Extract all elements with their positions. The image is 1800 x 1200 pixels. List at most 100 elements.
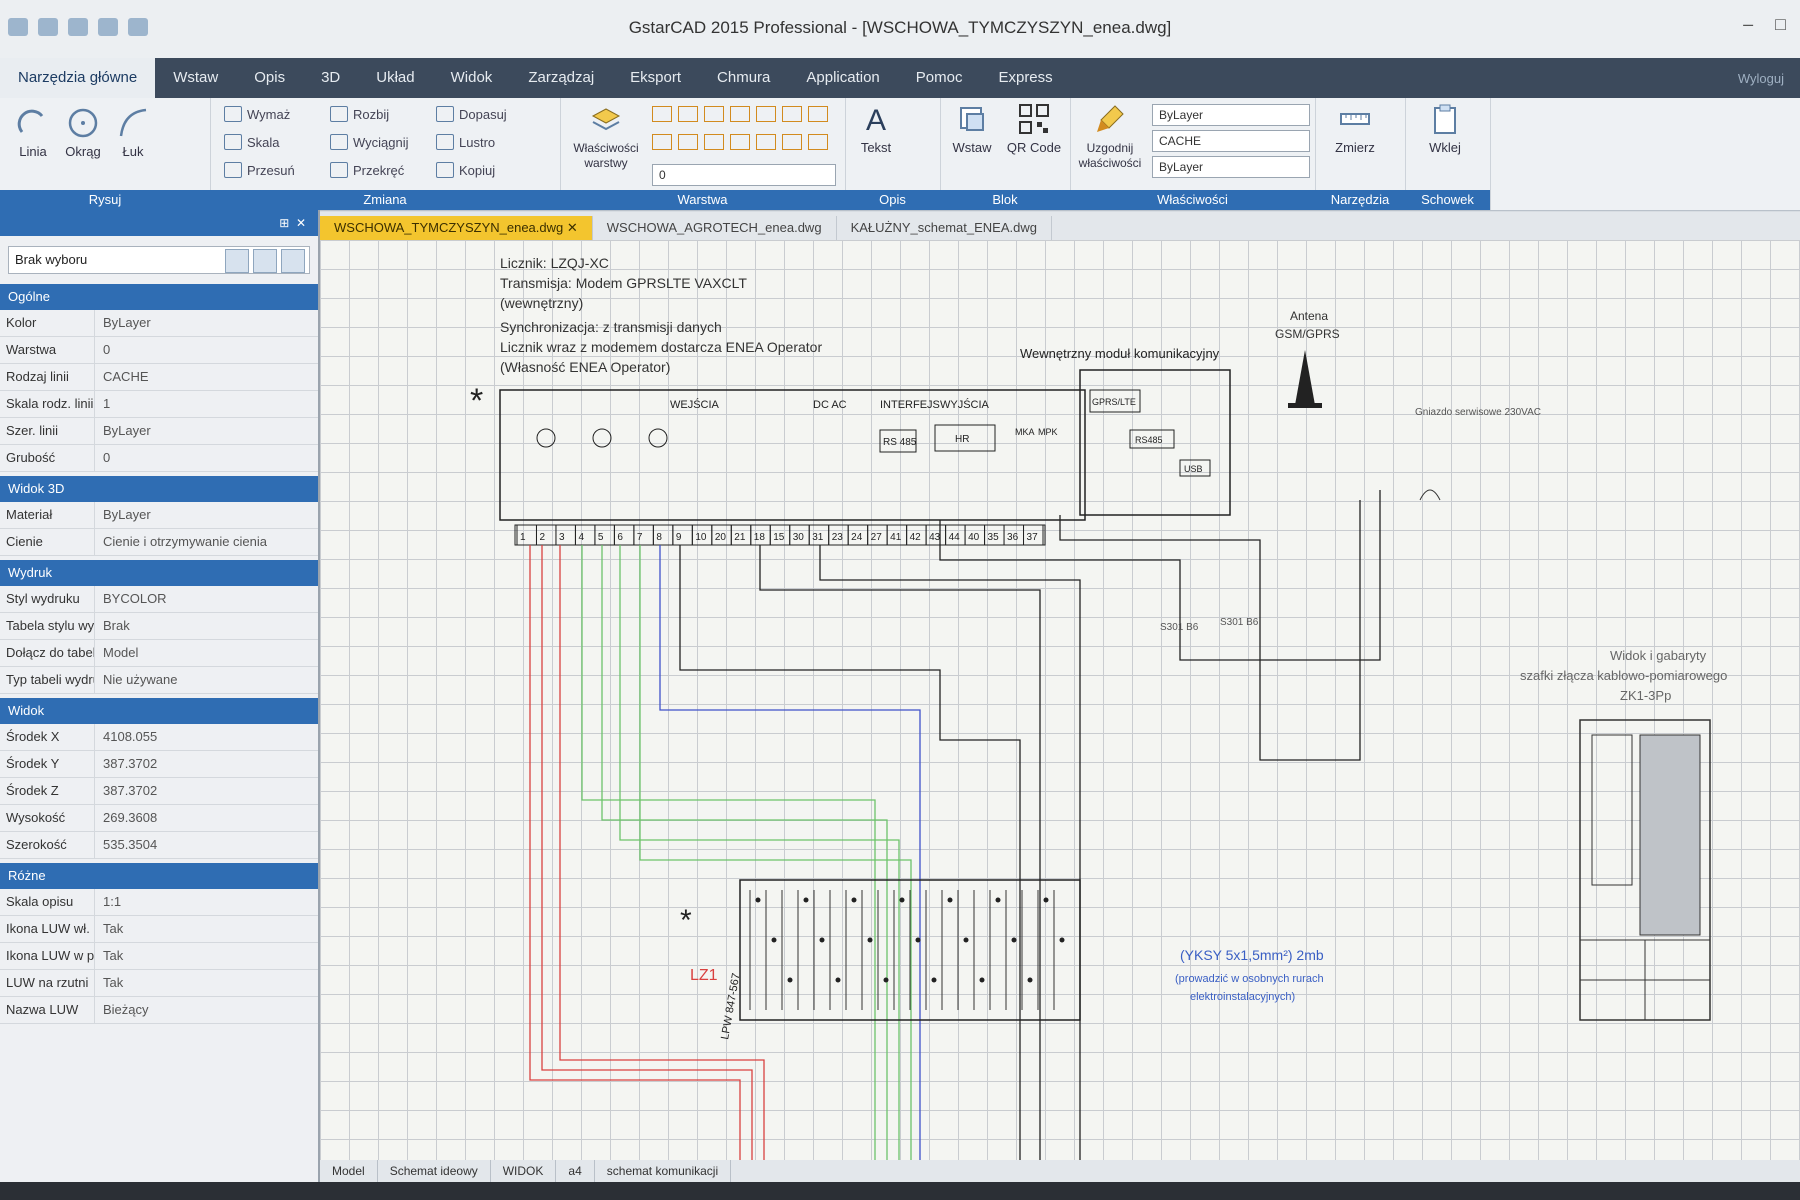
- property-value[interactable]: Bieżący: [95, 997, 318, 1023]
- property-row[interactable]: Środek X 4108.055: [0, 724, 318, 751]
- menu-tab[interactable]: Układ: [358, 58, 432, 98]
- property-value[interactable]: ByLayer: [95, 418, 318, 444]
- mirror-button[interactable]: Lustro: [436, 134, 495, 150]
- menu-tab[interactable]: Widok: [433, 58, 511, 98]
- property-value[interactable]: Model: [95, 640, 318, 666]
- line-button[interactable]: Linia: [8, 106, 58, 159]
- menu-tab[interactable]: Opis: [236, 58, 303, 98]
- color-dropdown[interactable]: ByLayer: [1152, 104, 1310, 126]
- property-row[interactable]: Szer. linii ByLayer: [0, 418, 318, 445]
- layout-tab[interactable]: Schemat ideowy: [378, 1160, 491, 1182]
- layer-dropdown[interactable]: 0: [652, 164, 836, 186]
- rotate-button[interactable]: Przekręć: [330, 162, 404, 178]
- layer-tool-icon[interactable]: [730, 134, 750, 150]
- property-value[interactable]: ByLayer: [95, 502, 318, 528]
- layer-tool-icon[interactable]: [678, 106, 698, 122]
- drawing-canvas[interactable]: Licznik: LZQJ-XC Transmisja: Modem GPRSL…: [320, 240, 1800, 1160]
- palette-section-header[interactable]: Różne: [0, 863, 318, 889]
- property-value[interactable]: Tak: [95, 916, 318, 942]
- menu-tab[interactable]: Narzędzia główne: [0, 58, 156, 98]
- property-row[interactable]: Skala opisu 1:1: [0, 889, 318, 916]
- layer-tool-icon[interactable]: [730, 106, 750, 122]
- layer-tool-icon[interactable]: [782, 134, 802, 150]
- menu-tab[interactable]: Eksport: [612, 58, 699, 98]
- property-value[interactable]: 387.3702: [95, 778, 318, 804]
- match-properties-button[interactable]: Uzgodnij właściwości: [1074, 102, 1146, 170]
- selection-dropdown[interactable]: Brak wyboru: [8, 246, 310, 274]
- arc-button[interactable]: Łuk: [108, 106, 158, 159]
- move-button[interactable]: Przesuń: [224, 162, 295, 178]
- layout-tab[interactable]: a4: [556, 1160, 595, 1182]
- menu-tab[interactable]: Zarządzaj: [510, 58, 612, 98]
- property-value[interactable]: ByLayer: [95, 310, 318, 336]
- property-value[interactable]: 0: [95, 445, 318, 471]
- quick-select-icon[interactable]: [281, 249, 305, 273]
- property-value[interactable]: 1: [95, 391, 318, 417]
- stretch-button[interactable]: Wyciągnij: [330, 134, 409, 150]
- layer-properties-button[interactable]: Właściwości warstwy: [568, 102, 644, 170]
- menu-tab[interactable]: 3D: [303, 58, 358, 98]
- layer-tool-icon[interactable]: [652, 134, 672, 150]
- property-row[interactable]: Materiał ByLayer: [0, 502, 318, 529]
- scale-button[interactable]: Skala: [224, 134, 280, 150]
- property-value[interactable]: Nie używane: [95, 667, 318, 693]
- insert-block-button[interactable]: Wstaw: [944, 102, 1000, 155]
- menu-tab[interactable]: Wstaw: [155, 58, 236, 98]
- explode-button[interactable]: Rozbij: [330, 106, 389, 122]
- property-row[interactable]: Kolor ByLayer: [0, 310, 318, 337]
- property-row[interactable]: Styl wydruku BYCOLOR: [0, 586, 318, 613]
- property-value[interactable]: 269.3608: [95, 805, 318, 831]
- close-icon[interactable]: ✕: [296, 216, 306, 230]
- property-value[interactable]: 387.3702: [95, 751, 318, 777]
- measure-button[interactable]: Zmierz: [1325, 102, 1385, 155]
- layer-tool-icon[interactable]: [808, 134, 828, 150]
- palette-section-header[interactable]: Widok 3D: [0, 476, 318, 502]
- property-row[interactable]: Typ tabeli wydrukuNie używane: [0, 667, 318, 694]
- property-value[interactable]: BYCOLOR: [95, 586, 318, 612]
- property-row[interactable]: Dołącz do tabel Model: [0, 640, 318, 667]
- property-value[interactable]: 4108.055: [95, 724, 318, 750]
- copy-button[interactable]: Kopiuj: [436, 162, 495, 178]
- document-tab[interactable]: KAŁUŻNY_schemat_ENEA.dwg: [837, 216, 1052, 240]
- logout-link[interactable]: Wyloguj: [1738, 71, 1800, 86]
- property-row[interactable]: Środek Y 387.3702: [0, 751, 318, 778]
- menu-tab[interactable]: Application: [788, 58, 897, 98]
- circle-button[interactable]: Okrąg: [58, 106, 108, 159]
- layer-tool-icon[interactable]: [704, 106, 724, 122]
- property-value[interactable]: Brak: [95, 613, 318, 639]
- property-row[interactable]: Środek Z 387.3702: [0, 778, 318, 805]
- palette-section-header[interactable]: Widok: [0, 698, 318, 724]
- layer-tool-icon[interactable]: [756, 106, 776, 122]
- property-row[interactable]: Ikona LUW wł. Tak: [0, 916, 318, 943]
- layer-tool-icon[interactable]: [782, 106, 802, 122]
- property-row[interactable]: Grubość 0: [0, 445, 318, 472]
- property-value[interactable]: 0: [95, 337, 318, 363]
- property-row[interactable]: Szerokość 535.3504: [0, 832, 318, 859]
- maximize-icon[interactable]: □: [1775, 14, 1786, 35]
- property-value[interactable]: Tak: [95, 943, 318, 969]
- property-row[interactable]: Warstwa 0: [0, 337, 318, 364]
- layout-tab[interactable]: WIDOK: [491, 1160, 557, 1182]
- text-button[interactable]: A Tekst: [853, 102, 899, 155]
- paste-button[interactable]: Wklej: [1417, 102, 1473, 155]
- palette-section-header[interactable]: Ogólne: [0, 284, 318, 310]
- property-row[interactable]: Wysokość 269.3608: [0, 805, 318, 832]
- layer-tool-icon[interactable]: [678, 134, 698, 150]
- linetype-dropdown[interactable]: CACHE: [1152, 130, 1310, 152]
- select-objects-icon[interactable]: [253, 249, 277, 273]
- pin-icon[interactable]: ⊞: [279, 216, 289, 230]
- property-row[interactable]: Nazwa LUW Bieżący: [0, 997, 318, 1024]
- toggle-pickadd-icon[interactable]: [225, 249, 249, 273]
- property-value[interactable]: CACHE: [95, 364, 318, 390]
- property-value[interactable]: 535.3504: [95, 832, 318, 858]
- erase-button[interactable]: Wymaż: [224, 106, 290, 122]
- layer-tool-icon[interactable]: [704, 134, 724, 150]
- property-row[interactable]: LUW na rzutni Tak: [0, 970, 318, 997]
- minimize-icon[interactable]: –: [1743, 14, 1753, 35]
- palette-section-header[interactable]: Wydruk: [0, 560, 318, 586]
- document-tab[interactable]: WSCHOWA_TYMCZYSZYN_enea.dwg ✕: [320, 216, 593, 240]
- layout-tab[interactable]: schemat komunikacji: [595, 1160, 732, 1182]
- layer-tool-icon[interactable]: [652, 106, 672, 122]
- match-button[interactable]: Dopasuj: [436, 106, 507, 122]
- property-row[interactable]: Ikona LUW w poc.Tak: [0, 943, 318, 970]
